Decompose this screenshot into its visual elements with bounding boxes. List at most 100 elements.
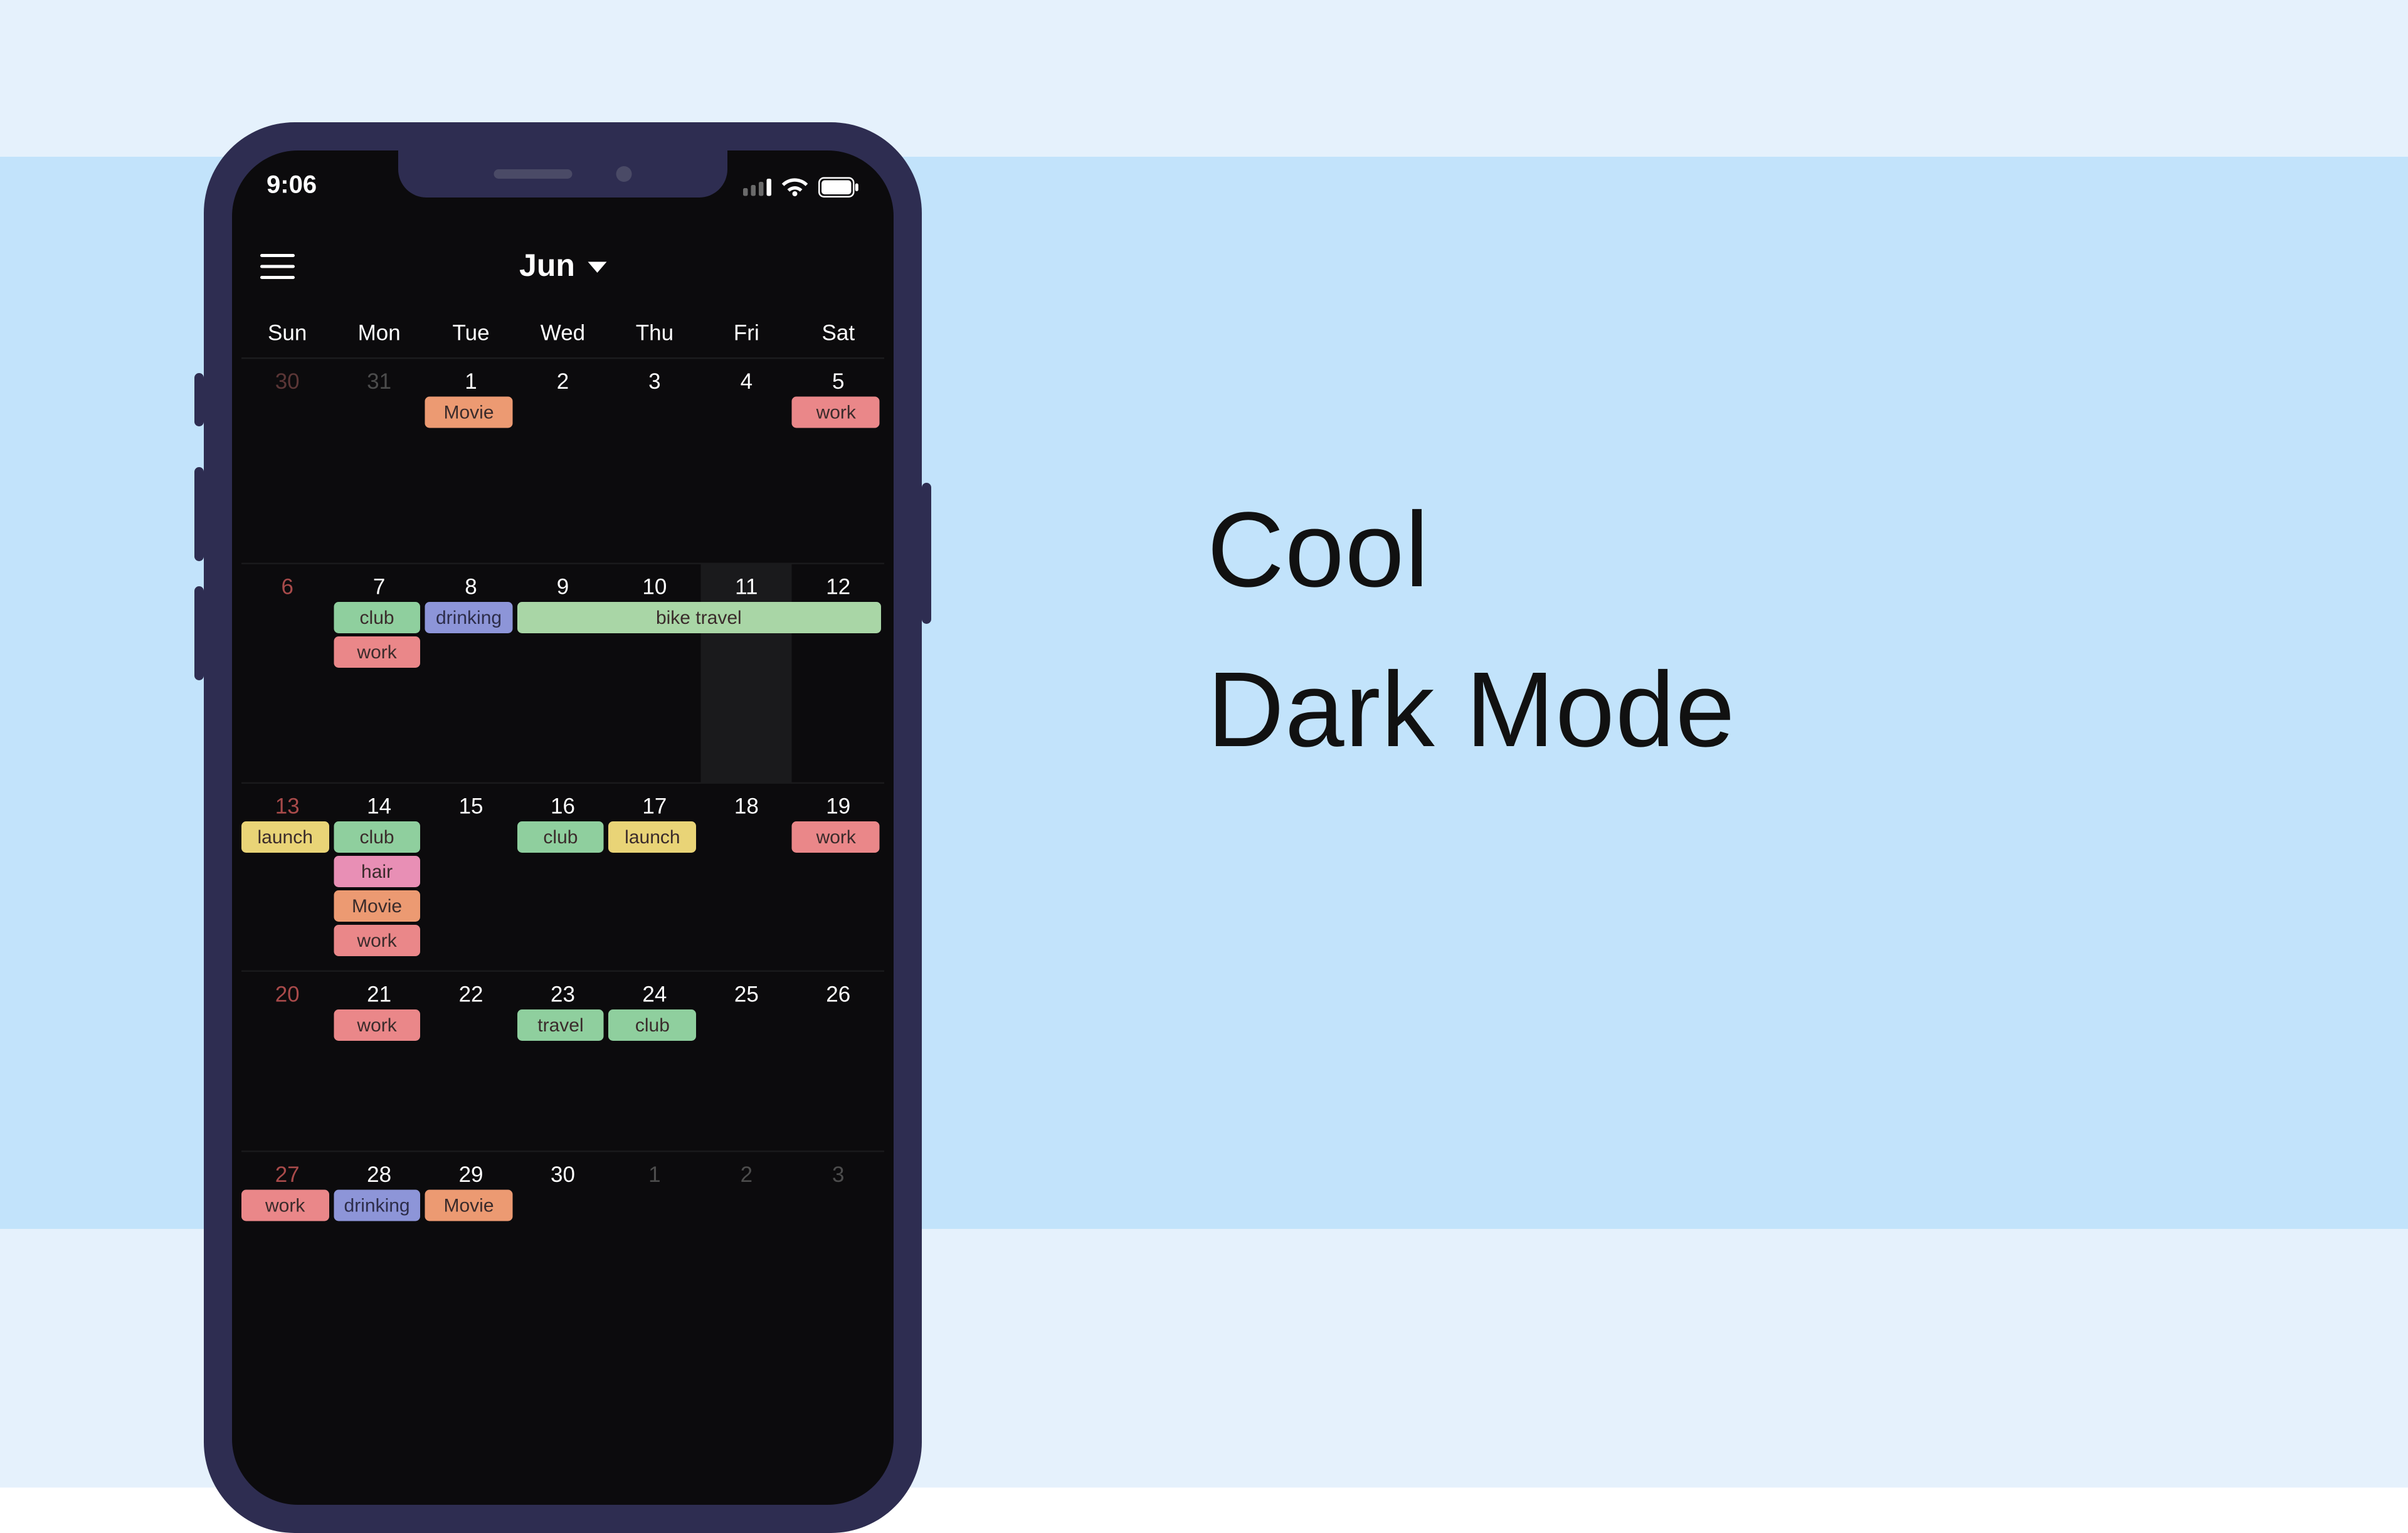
calendar-event[interactable]: work — [793, 821, 880, 853]
calendar-day[interactable]: 10 — [609, 564, 700, 782]
headline: Cool Dark Mode — [1207, 470, 1736, 790]
calendar-day[interactable]: 7 — [333, 564, 425, 782]
month-label: Jun — [519, 248, 575, 285]
status-time: 9:06 — [267, 172, 317, 201]
calendar-day[interactable]: 30 — [241, 359, 333, 563]
day-number: 19 — [793, 790, 884, 821]
calendar-event[interactable]: Movie — [425, 1190, 512, 1221]
day-number: 29 — [425, 1159, 517, 1190]
calendar-day[interactable]: 11 — [700, 564, 792, 782]
day-number: 5 — [793, 366, 884, 397]
phone-side-button — [194, 467, 204, 561]
calendar-event[interactable]: Movie — [425, 397, 512, 428]
calendar-day[interactable]: 6 — [241, 564, 333, 782]
status-bar: 9:06 — [232, 150, 894, 223]
day-number: 30 — [517, 1159, 608, 1190]
day-number: 3 — [609, 366, 700, 397]
calendar-event[interactable]: bike travel — [517, 602, 880, 633]
calendar-day[interactable]: 15 — [425, 784, 517, 971]
day-number: 24 — [609, 978, 700, 1009]
calendar-event[interactable]: hair — [333, 856, 420, 887]
headline-line-1: Cool — [1207, 470, 1736, 630]
chevron-down-icon — [588, 261, 606, 272]
weekday-label: Mon — [333, 320, 425, 345]
day-number: 25 — [700, 978, 792, 1009]
phone-screen: 9:06 Ju — [232, 150, 894, 1505]
promo-stage: Cool Dark Mode 9:06 — [0, 0, 2408, 1488]
day-number: 26 — [793, 978, 884, 1009]
day-number: 17 — [609, 790, 700, 821]
month-picker[interactable]: Jun — [519, 248, 606, 285]
day-number: 16 — [517, 790, 608, 821]
calendar-day[interactable]: 3 — [793, 1152, 884, 1198]
calendar-event[interactable]: launch — [609, 821, 696, 853]
calendar-day[interactable]: 4 — [700, 359, 792, 563]
day-number: 23 — [517, 978, 608, 1009]
calendar-day[interactable]: 19 — [793, 784, 884, 971]
day-number: 2 — [517, 366, 608, 397]
weekday-label: Tue — [425, 320, 517, 345]
day-number: 27 — [241, 1159, 333, 1190]
calendar-day[interactable]: 26 — [793, 972, 884, 1151]
day-number: 8 — [425, 571, 517, 602]
day-number: 28 — [333, 1159, 425, 1190]
calendar-day[interactable]: 3 — [609, 359, 700, 563]
calendar-day[interactable]: 13 — [241, 784, 333, 971]
weekday-label: Sun — [241, 320, 333, 345]
day-number: 31 — [333, 366, 425, 397]
calendar-event[interactable]: club — [333, 602, 420, 633]
calendar-event[interactable]: work — [333, 925, 420, 956]
calendar-event[interactable]: drinking — [333, 1190, 420, 1221]
calendar-event[interactable]: Movie — [333, 890, 420, 922]
calendar-event[interactable]: work — [333, 1009, 420, 1041]
calendar-event[interactable]: club — [609, 1009, 696, 1041]
calendar-weeks: 303112345Moviework6789101112clubdrinking… — [241, 359, 884, 1198]
menu-button[interactable] — [260, 254, 295, 279]
calendar-event[interactable]: work — [333, 636, 420, 668]
calendar-day[interactable]: 12 — [793, 564, 884, 782]
calendar-day[interactable]: 2 — [700, 1152, 792, 1198]
phone-side-button — [194, 586, 204, 680]
weekday-label: Sat — [793, 320, 884, 345]
calendar-day[interactable]: 16 — [517, 784, 608, 971]
day-number: 30 — [241, 366, 333, 397]
calendar-day[interactable]: 5 — [793, 359, 884, 563]
calendar-event[interactable]: club — [333, 821, 420, 853]
calendar-day[interactable]: 22 — [425, 972, 517, 1151]
day-number: 2 — [700, 1159, 792, 1190]
weekday-label: Fri — [700, 320, 792, 345]
calendar-event[interactable]: drinking — [425, 602, 512, 633]
calendar-event[interactable]: club — [517, 821, 604, 853]
day-number: 13 — [241, 790, 333, 821]
calendar-day[interactable]: 2 — [517, 359, 608, 563]
calendar-day[interactable]: 25 — [700, 972, 792, 1151]
phone-frame: 9:06 Ju — [204, 122, 922, 1533]
calendar-event[interactable]: work — [241, 1190, 329, 1221]
day-number: 20 — [241, 978, 333, 1009]
calendar-day[interactable]: 8 — [425, 564, 517, 782]
battery-icon — [818, 176, 859, 197]
weekday-header-row: SunMonTueWedThuFriSat — [241, 310, 884, 359]
calendar-day[interactable]: 17 — [609, 784, 700, 971]
calendar-day[interactable]: 9 — [517, 564, 608, 782]
calendar-day[interactable]: 24 — [609, 972, 700, 1151]
calendar-day[interactable]: 21 — [333, 972, 425, 1151]
day-number: 4 — [700, 366, 792, 397]
calendar-day[interactable]: 23 — [517, 972, 608, 1151]
calendar-event[interactable]: work — [793, 397, 880, 428]
calendar-event[interactable]: travel — [517, 1009, 604, 1041]
day-number: 7 — [333, 571, 425, 602]
calendar-day[interactable]: 1 — [609, 1152, 700, 1198]
calendar-day[interactable]: 30 — [517, 1152, 608, 1198]
day-number: 18 — [700, 790, 792, 821]
calendar-day[interactable]: 1 — [425, 359, 517, 563]
calendar-day[interactable]: 18 — [700, 784, 792, 971]
day-number: 12 — [793, 571, 884, 602]
calendar-day[interactable]: 20 — [241, 972, 333, 1151]
calendar: SunMonTueWedThuFriSat 303112345Moviework… — [232, 310, 894, 1198]
calendar-event[interactable]: launch — [241, 821, 329, 853]
day-number: 14 — [333, 790, 425, 821]
calendar-day[interactable]: 31 — [333, 359, 425, 563]
wifi-icon — [781, 176, 809, 197]
day-number: 3 — [793, 1159, 884, 1190]
